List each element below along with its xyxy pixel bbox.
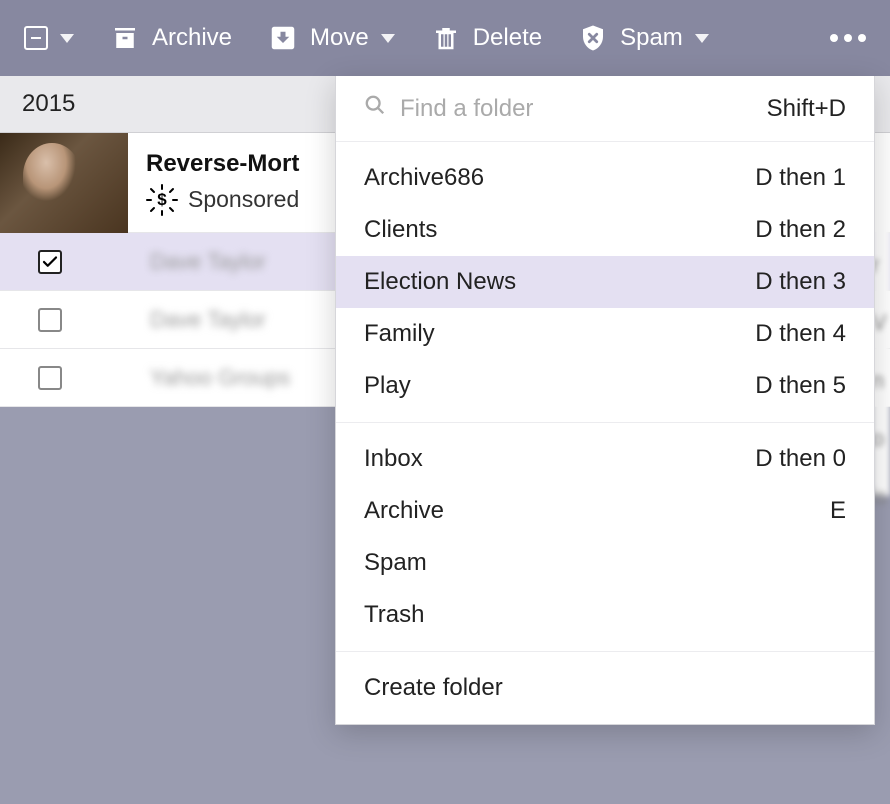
user-folders-section: Archive686 D then 1 Clients D then 2 Ele… — [336, 142, 874, 423]
folder-name: Play — [364, 372, 411, 400]
move-label: Move — [310, 24, 369, 52]
folder-item-family[interactable]: Family D then 4 — [336, 308, 874, 360]
sender-name: Yahoo Groups — [150, 365, 290, 391]
folder-name: Clients — [364, 216, 437, 244]
chevron-down-icon — [381, 34, 395, 43]
sender-name: Dave Taylor — [150, 307, 266, 333]
folder-name: Archive686 — [364, 164, 484, 192]
dot-icon — [830, 34, 838, 42]
folder-search-row: Find a folder Shift+D — [336, 76, 874, 142]
folder-shortcut: D then 2 — [755, 216, 846, 244]
dot-icon — [844, 34, 852, 42]
chevron-down-icon — [695, 34, 709, 43]
more-button[interactable] — [830, 34, 866, 42]
folder-shortcut: D then 4 — [755, 320, 846, 348]
folder-item-clients[interactable]: Clients D then 2 — [336, 204, 874, 256]
toolbar: Archive Move Delete Spam — [0, 0, 890, 76]
search-icon — [364, 94, 386, 123]
move-icon — [268, 23, 298, 53]
checkbox[interactable] — [38, 366, 62, 390]
dollar-icon: $ — [146, 184, 178, 216]
folder-item-archive[interactable]: Archive E — [336, 485, 874, 537]
create-folder-section: Create folder — [336, 652, 874, 724]
shield-x-icon — [578, 23, 608, 53]
spam-label: Spam — [620, 24, 683, 52]
folder-item-trash[interactable]: Trash — [336, 589, 874, 641]
delete-label: Delete — [473, 24, 542, 52]
trash-icon — [431, 23, 461, 53]
sponsored-label-text: Sponsored — [188, 186, 299, 213]
folder-name: Trash — [364, 601, 424, 629]
select-dropdown[interactable] — [24, 26, 74, 50]
folder-shortcut: D then 1 — [755, 164, 846, 192]
checkbox[interactable] — [38, 250, 62, 274]
folder-shortcut: D then 3 — [755, 268, 846, 296]
sponsored-title: Reverse-Mort — [146, 150, 299, 178]
folder-item-election-news[interactable]: Election News D then 3 — [336, 256, 874, 308]
create-folder-button[interactable]: Create folder — [336, 662, 874, 714]
search-shortcut: Shift+D — [767, 95, 846, 123]
archive-button[interactable]: Archive — [110, 23, 232, 53]
archive-label: Archive — [152, 24, 232, 52]
sponsored-label-row: $ Sponsored — [146, 184, 299, 216]
folder-name: Inbox — [364, 445, 423, 473]
dot-icon — [858, 34, 866, 42]
sponsored-content: Reverse-Mort — [128, 133, 317, 232]
archive-icon — [110, 23, 140, 53]
folder-name: Archive — [364, 497, 444, 525]
chevron-down-icon — [60, 34, 74, 43]
body-area: 2015 Reverse-Mort — [0, 76, 890, 804]
folder-item-inbox[interactable]: Inbox D then 0 — [336, 433, 874, 485]
folder-name: Family — [364, 320, 435, 348]
select-box-icon — [24, 26, 48, 50]
move-button[interactable]: Move — [268, 23, 395, 53]
sponsored-thumbnail — [0, 133, 128, 233]
folder-item-spam[interactable]: Spam — [336, 537, 874, 589]
folder-name: Election News — [364, 268, 516, 296]
folder-name: Spam — [364, 549, 427, 577]
sender-name: Dave Taylor — [150, 249, 266, 275]
checkbox[interactable] — [38, 308, 62, 332]
folder-shortcut: D then 0 — [755, 445, 846, 473]
create-folder-label: Create folder — [364, 674, 503, 702]
folder-item-archive686[interactable]: Archive686 D then 1 — [336, 152, 874, 204]
spam-button[interactable]: Spam — [578, 23, 709, 53]
folder-shortcut: D then 5 — [755, 372, 846, 400]
folder-shortcut: E — [830, 497, 846, 525]
system-folders-section: Inbox D then 0 Archive E Spam Trash — [336, 423, 874, 652]
folder-item-play[interactable]: Play D then 5 — [336, 360, 874, 412]
folder-search-input[interactable]: Find a folder — [400, 95, 767, 123]
move-dropdown: Find a folder Shift+D Archive686 D then … — [335, 76, 875, 725]
delete-button[interactable]: Delete — [431, 23, 542, 53]
